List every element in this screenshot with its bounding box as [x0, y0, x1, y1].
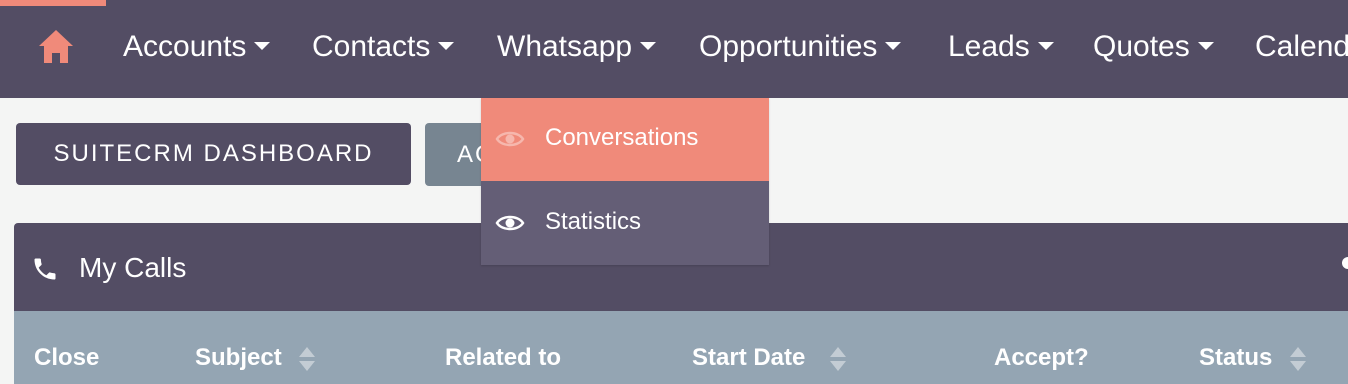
sort-icon[interactable]	[1289, 344, 1307, 374]
menu-item-conversations[interactable]: Conversations	[481, 98, 769, 181]
nav-accounts[interactable]: Accounts	[123, 27, 271, 67]
chevron-down-icon	[640, 42, 657, 51]
top-navigation-bar: Accounts Contacts Whatsapp Opportunities…	[0, 0, 1348, 98]
column-header-accept: Accept?	[994, 344, 1089, 371]
chevron-down-icon	[1197, 42, 1214, 51]
nav-contacts[interactable]: Contacts	[312, 27, 455, 67]
nav-contacts-label: Contacts	[312, 30, 431, 63]
chevron-down-icon	[885, 42, 902, 51]
nav-leads-label: Leads	[948, 30, 1030, 63]
nav-quotes[interactable]: Quotes	[1093, 27, 1214, 67]
nav-accounts-label: Accounts	[123, 30, 247, 63]
column-header-subject[interactable]: Subject	[195, 343, 282, 373]
eye-icon	[495, 210, 525, 236]
dashlet-config-icon[interactable]	[1338, 250, 1348, 276]
nav-calendar-label: Calendar	[1255, 30, 1348, 63]
sort-icon[interactable]	[829, 344, 847, 374]
menu-item-conversations-label: Conversations	[545, 124, 699, 151]
chevron-down-icon	[254, 42, 271, 51]
eye-icon	[495, 126, 525, 152]
menu-item-statistics-label: Statistics	[545, 208, 642, 235]
home-active-indicator	[0, 0, 106, 6]
column-header-related-to: Related to	[445, 344, 562, 371]
home-icon[interactable]	[36, 26, 76, 66]
menu-item-statistics[interactable]: Statistics	[481, 182, 769, 265]
nav-leads[interactable]: Leads	[948, 27, 1054, 67]
suitecrm-dashboard-button[interactable]: SUITECRM DASHBOARD	[16, 123, 411, 185]
nav-opportunities-label: Opportunities	[699, 30, 878, 63]
suitecrm-dashboard-label: SUITECRM DASHBOARD	[53, 140, 374, 167]
nav-whatsapp[interactable]: Whatsapp	[497, 27, 657, 67]
nav-opportunities[interactable]: Opportunities	[699, 27, 902, 67]
chevron-down-icon	[1037, 42, 1054, 51]
column-header-start-date[interactable]: Start Date	[692, 343, 805, 373]
nav-quotes-label: Quotes	[1093, 30, 1190, 63]
phone-icon	[31, 255, 59, 283]
column-header-status[interactable]: Status	[1199, 343, 1272, 373]
sort-icon[interactable]	[298, 344, 316, 374]
dashlet-title: My Calls	[79, 252, 187, 283]
whatsapp-dropdown-menu: Conversations Statistics	[481, 98, 769, 265]
nav-whatsapp-label: Whatsapp	[497, 30, 633, 63]
chevron-down-icon	[438, 42, 455, 51]
column-header-close: Close	[34, 344, 100, 371]
nav-calendar[interactable]: Calendar	[1255, 27, 1348, 67]
